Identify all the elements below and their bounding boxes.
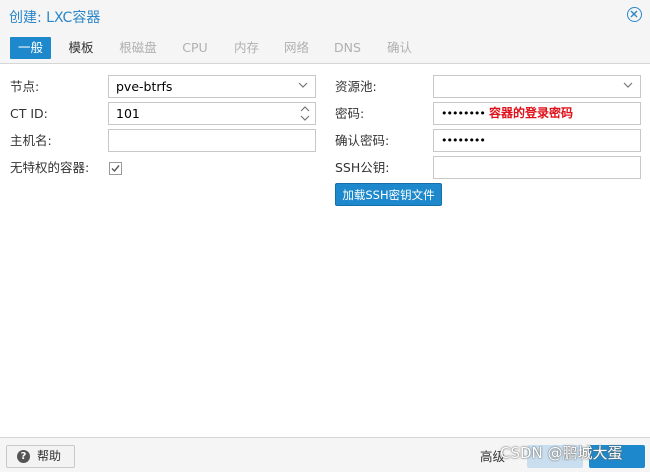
password-value: •••••••• (441, 107, 486, 120)
ctid-label: CT ID: (10, 106, 48, 121)
watermark: CSDN @鹏城大蛋 (500, 444, 623, 462)
password-label: 密码: (335, 106, 365, 121)
hostname-label: 主机名: (10, 133, 52, 148)
ssh-key-input[interactable] (433, 156, 641, 179)
load-ssh-key-button[interactable]: 加载SSH密钥文件 (335, 183, 442, 206)
password-field[interactable]: •••••••• 容器的登录密码 (433, 102, 641, 125)
node-select[interactable]: pve-btrfs (108, 75, 316, 98)
confirm-password-value: •••••••• (441, 134, 486, 147)
confirm-password-field[interactable]: •••••••• (433, 129, 641, 152)
node-value: pve-btrfs (116, 79, 173, 94)
window-titlebar: 创建: LXC容器 (0, 0, 650, 32)
spinner-icon[interactable] (300, 105, 310, 122)
footer-bar: ? 帮助 高级 CSDN @鹏城大蛋 (0, 437, 650, 472)
pool-select[interactable] (433, 75, 641, 98)
chevron-down-icon[interactable] (623, 82, 633, 89)
tab-confirm: 确认 (386, 40, 412, 55)
tab-cpu: CPU (182, 40, 208, 55)
tab-root-disk: 根磁盘 (119, 40, 157, 55)
ctid-stepper[interactable]: 101 (108, 102, 316, 125)
password-annotation: 容器的登录密码 (489, 106, 574, 120)
ctid-value: 101 (116, 106, 140, 121)
tab-dns: DNS (334, 40, 361, 55)
tab-general[interactable]: 一般 (10, 37, 51, 59)
node-label: 节点: (10, 79, 40, 94)
pool-label: 资源池: (335, 79, 377, 94)
close-icon[interactable] (627, 7, 642, 22)
help-label: 帮助 (37, 449, 62, 463)
unprivileged-label: 无特权的容器: (10, 160, 90, 175)
ssh-key-label: SSH公钥: (335, 160, 390, 175)
tab-bar: 一般 模板 根磁盘 CPU 内存 网络 DNS 确认 (0, 32, 650, 64)
question-icon: ? (17, 450, 30, 463)
confirm-password-label: 确认密码: (335, 133, 390, 148)
help-button[interactable]: ? 帮助 (6, 445, 75, 468)
hostname-input[interactable] (108, 129, 316, 152)
tab-memory: 内存 (233, 40, 259, 55)
unprivileged-checkbox[interactable] (109, 162, 122, 175)
tab-network: 网络 (283, 40, 309, 55)
tab-template[interactable]: 模板 (61, 37, 101, 59)
chevron-down-icon[interactable] (298, 82, 308, 89)
window-title: 创建: LXC容器 (9, 10, 101, 26)
